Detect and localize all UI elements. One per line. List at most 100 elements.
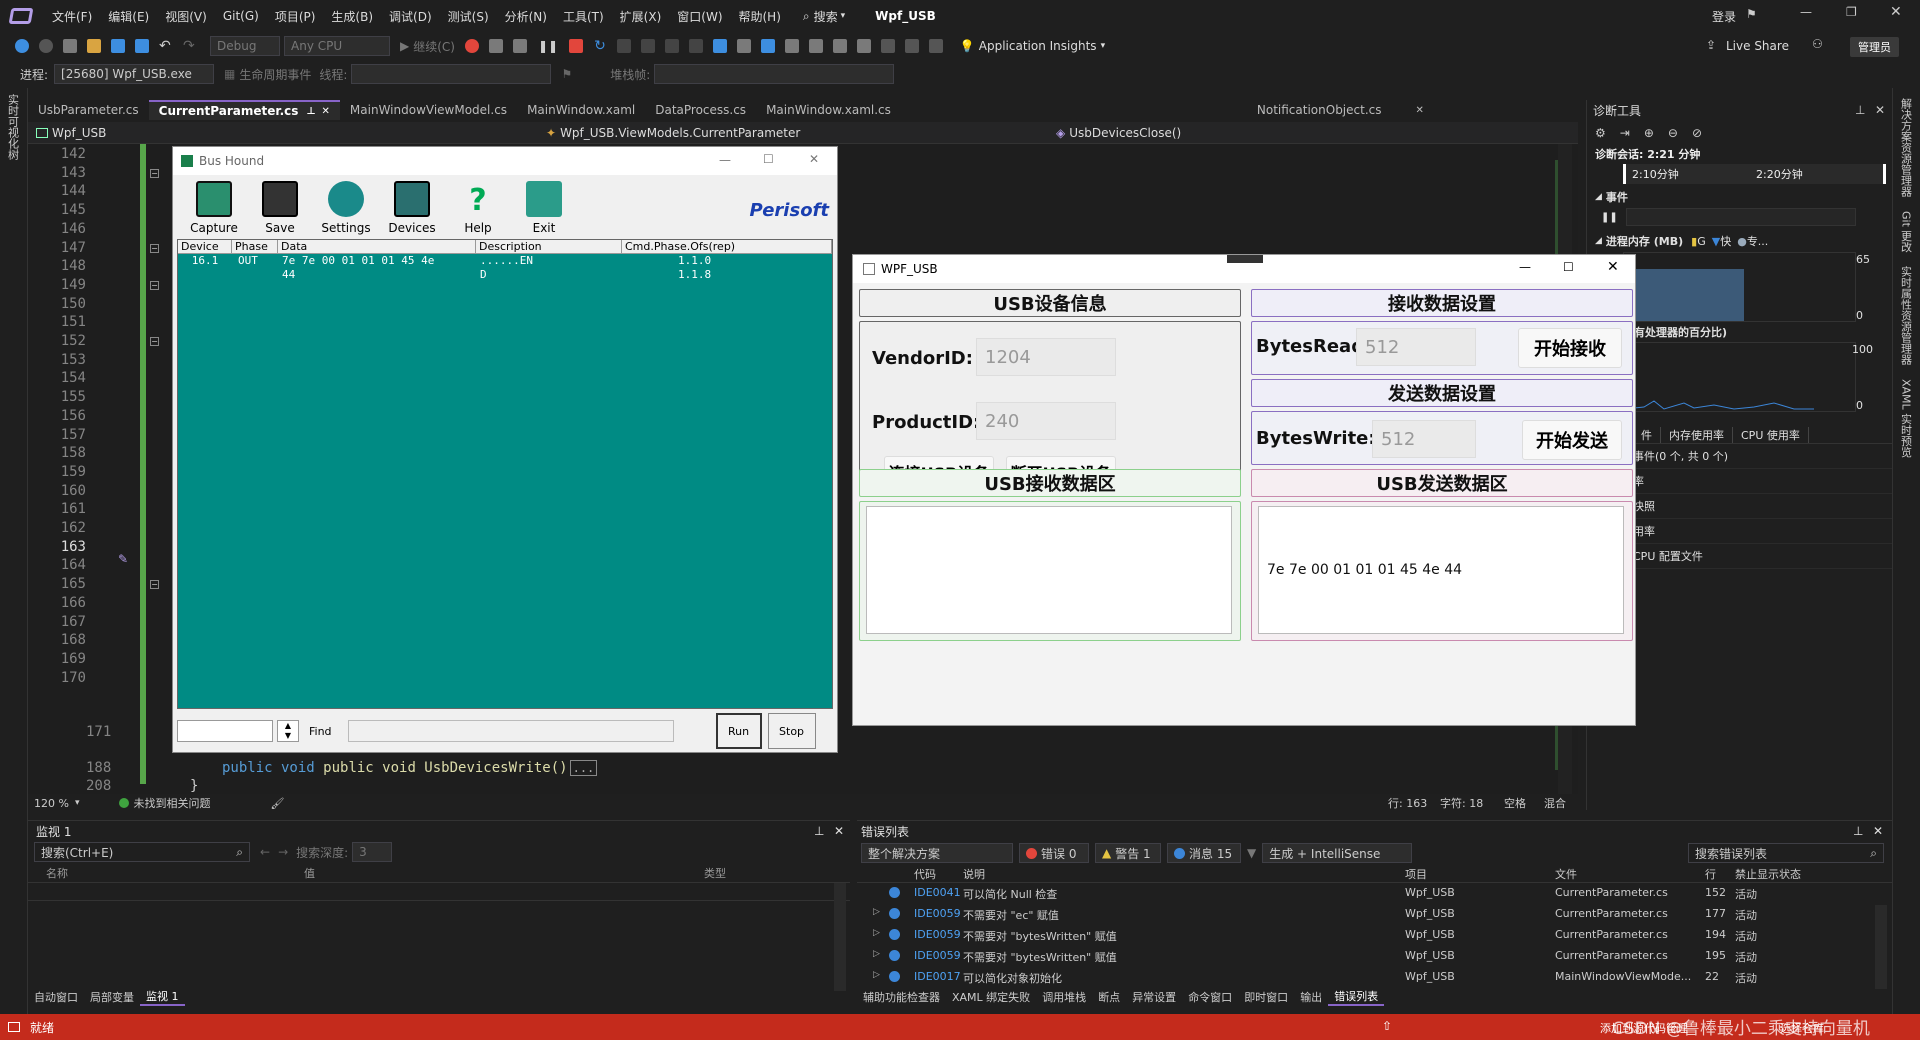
product-id-field[interactable]: 240 xyxy=(976,402,1116,440)
collapse-toggle-icon[interactable]: − xyxy=(150,243,159,253)
error-code[interactable]: IDE0059 xyxy=(914,907,961,920)
step-into-icon[interactable] xyxy=(640,39,655,53)
menu-item[interactable]: 项目(P) xyxy=(267,8,324,25)
bottom-tab[interactable]: 输出 xyxy=(1294,989,1328,1005)
menu-item[interactable]: 分析(N) xyxy=(497,8,555,25)
thread-dropdown[interactable] xyxy=(351,64,552,84)
recv-textarea[interactable] xyxy=(866,506,1232,634)
collapse-toggle-icon[interactable]: − xyxy=(150,280,159,290)
column-header[interactable]: 行 xyxy=(1705,866,1716,882)
back-icon[interactable]: ← xyxy=(260,845,270,859)
diag-tab[interactable]: CPU 使用率 xyxy=(1733,426,1809,443)
diagnostic-icon[interactable] xyxy=(712,39,727,53)
login-link[interactable]: 登录 xyxy=(1712,8,1736,25)
column-header[interactable]: 代码 xyxy=(914,866,936,882)
collapse-toggle-icon[interactable]: − xyxy=(150,580,159,590)
menu-item[interactable]: Git(G) xyxy=(215,9,267,23)
watch-empty-row[interactable] xyxy=(28,883,850,901)
issues-status[interactable]: 未找到相关问题 xyxy=(133,795,210,811)
maximize-button[interactable]: ☐ xyxy=(1563,260,1574,274)
collapse-toggle-icon[interactable]: − xyxy=(150,168,159,178)
editor-tab[interactable]: MainWindow.xaml xyxy=(517,100,645,120)
find-spinner[interactable]: ▲ ▼ xyxy=(277,720,299,742)
pause-icon[interactable]: ❚❚ xyxy=(538,39,558,53)
column-header[interactable]: 值 xyxy=(298,865,698,881)
column-header[interactable]: Cmd.Phase.Ofs(rep) xyxy=(622,240,832,253)
minimize-button[interactable]: — xyxy=(719,153,731,167)
menu-item[interactable]: 文件(F) xyxy=(44,8,100,25)
open-icon[interactable] xyxy=(87,39,101,53)
live-share-button[interactable]: Live Share xyxy=(1726,39,1789,53)
find-text-field[interactable] xyxy=(347,720,674,742)
pause-icon[interactable]: ❚❚ xyxy=(1601,212,1618,223)
stackframe-dropdown[interactable] xyxy=(654,64,895,84)
editor-tab[interactable]: MainWindow.xaml.cs xyxy=(756,100,901,120)
close-icon[interactable]: ✕ xyxy=(1875,103,1885,117)
start-receive-button[interactable]: 开始接收 xyxy=(1518,328,1622,368)
pin-icon[interactable]: ⊥ xyxy=(1855,103,1865,117)
settings-button[interactable]: Settings xyxy=(313,181,379,235)
column-header[interactable]: Description xyxy=(476,240,622,253)
run-button[interactable]: Run xyxy=(715,713,762,749)
column-header[interactable]: 名称 xyxy=(28,865,298,881)
table-row[interactable]: ▷ IDE0017 可以简化对象初始化 Wpf_USB MainWindowViewMo… xyxy=(857,967,1892,988)
process-dropdown[interactable]: [25680] Wpf_USB.exe xyxy=(54,64,215,84)
bottom-tab[interactable]: 错误列表 xyxy=(1328,988,1385,1006)
export-icon[interactable]: ⇥ xyxy=(1620,126,1630,140)
live-visual-tree-tab[interactable]: 实时可视化树 xyxy=(7,94,21,160)
zoom-level[interactable]: 120 % xyxy=(34,797,69,810)
table-row[interactable]: ▷ IDE0059 不需要对 "ec" 赋值 Wpf_USB CurrentParame… xyxy=(857,904,1892,925)
flag-icon[interactable]: ⚑ xyxy=(561,67,572,81)
filter-icon[interactable]: ▼ xyxy=(1247,846,1256,860)
warnings-filter[interactable]: ▲ 警告 1 xyxy=(1095,843,1161,863)
build-filter-dropdown[interactable]: 生成 + IntelliSense xyxy=(1262,843,1413,863)
pin-icon[interactable]: ⊥ xyxy=(814,824,824,838)
bytes-write-field[interactable]: 512 xyxy=(1372,420,1476,458)
pin-icon[interactable]: ⊥ xyxy=(306,106,315,117)
reset-zoom-icon[interactable]: ⊘ xyxy=(1692,126,1702,140)
hierarchy-icon[interactable] xyxy=(760,39,775,53)
bookmark-icon[interactable] xyxy=(856,39,871,53)
depth-dropdown[interactable]: 3 xyxy=(352,842,393,862)
error-search-input[interactable]: 搜索错误列表 ⌕ xyxy=(1688,843,1884,863)
column-header[interactable]: 项目 xyxy=(1405,866,1427,882)
menu-item[interactable]: 帮助(H) xyxy=(731,8,789,25)
redo-icon[interactable]: ↷ xyxy=(183,39,197,53)
menu-item[interactable]: 工具(T) xyxy=(555,8,612,25)
side-tab[interactable]: 实时属性资源管理器 xyxy=(1900,266,1914,365)
column-header[interactable]: Device xyxy=(178,240,232,253)
bottom-tab[interactable]: 即时窗口 xyxy=(1238,989,1294,1005)
capture-row[interactable]: 16.1 OUT 7e 7e 00 01 01 01 45 4e ......EN 1.… xyxy=(178,254,832,268)
error-list-scrollbar[interactable] xyxy=(1875,905,1887,989)
minimize-button[interactable]: — xyxy=(1519,260,1531,274)
browser-icon[interactable] xyxy=(488,39,503,53)
timeline-ruler[interactable]: 2:10分钟 2:20分钟 xyxy=(1623,164,1886,184)
stop-icon[interactable] xyxy=(569,39,584,53)
events-section[interactable]: ◢ 事件 xyxy=(1587,188,1892,206)
new-project-icon[interactable] xyxy=(63,39,77,53)
continue-icon[interactable]: ▶ xyxy=(400,39,409,53)
editor-tab[interactable]: UsbParameter.cs xyxy=(28,100,149,120)
error-code[interactable]: IDE0041 xyxy=(914,886,961,899)
find-label[interactable]: Find xyxy=(309,725,332,738)
capture-grid[interactable]: Device Phase Data Description Cmd.Phase.… xyxy=(177,239,833,709)
editor-tab[interactable]: CurrentParameter.cs ⊥ ✕ xyxy=(148,100,340,120)
platform-dropdown[interactable]: Any CPU xyxy=(284,36,390,56)
code-line-188[interactable]: public void public void UsbDevicesWrite(… xyxy=(222,760,598,776)
menu-item[interactable]: 窗口(W) xyxy=(669,8,730,25)
drag-handle[interactable] xyxy=(1227,255,1263,263)
editor-tab[interactable]: DataProcess.cs xyxy=(645,100,756,120)
save-all-icon[interactable] xyxy=(135,39,149,53)
side-tab[interactable]: Git 更改 xyxy=(1900,211,1914,252)
menu-item[interactable]: 生成(B) xyxy=(323,8,381,25)
lifecycle-label[interactable]: 生命周期事件 xyxy=(239,66,311,83)
scope-dropdown[interactable]: 整个解决方案 xyxy=(861,843,1013,863)
capture-button[interactable]: Capture xyxy=(181,181,247,235)
column-header[interactable]: 说明 xyxy=(963,866,985,882)
bottom-tab[interactable]: 辅助功能检查器 xyxy=(857,989,946,1005)
stop-button[interactable]: Stop xyxy=(767,713,816,749)
bookmark-next-icon[interactable] xyxy=(904,39,919,53)
expand-icon[interactable]: ▷ xyxy=(873,970,880,980)
bottom-tab[interactable]: 自动窗口 xyxy=(28,989,84,1005)
close-button[interactable]: ✕ xyxy=(809,152,819,166)
